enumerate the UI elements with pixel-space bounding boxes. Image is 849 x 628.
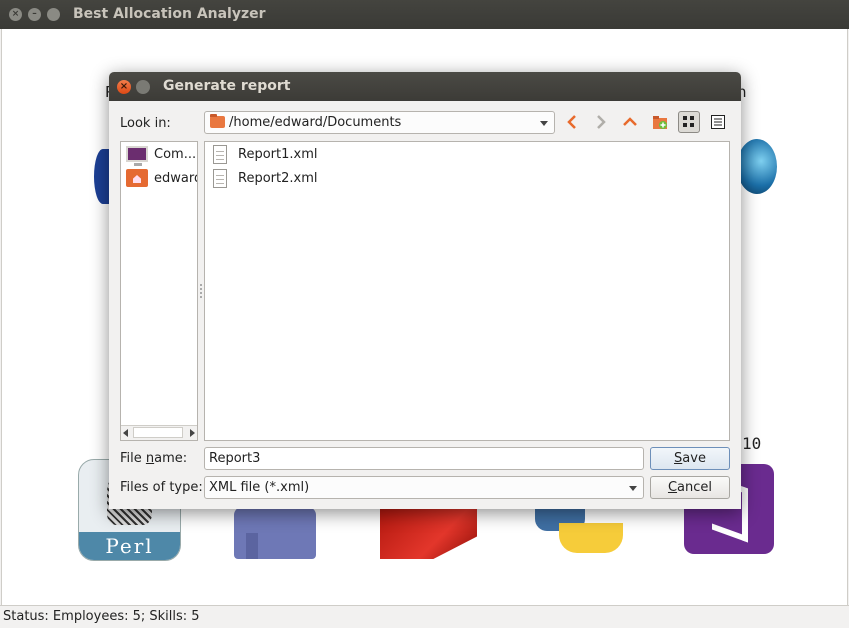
file-name-input[interactable] (204, 447, 644, 470)
generate-report-dialog: × Generate report Look in: /home/edward/… (109, 72, 741, 509)
chevron-down-icon (540, 121, 548, 126)
chevron-down-icon (629, 486, 637, 491)
file-name-label: File name: (120, 451, 188, 466)
forward-button[interactable] (590, 111, 612, 133)
places-sidebar: Com... edward (120, 141, 198, 441)
window-close-icon[interactable]: × (9, 8, 22, 21)
dialog-title-bar: × Generate report (109, 72, 741, 101)
splitter-handle[interactable] (200, 284, 202, 298)
back-button[interactable] (561, 111, 583, 133)
computer-icon (126, 146, 148, 166)
window-maximize-icon[interactable] (47, 8, 60, 21)
detail-view-icon (711, 115, 725, 129)
file-type-value: XML file (*.xml) (209, 480, 310, 495)
parent-directory-button[interactable] (619, 111, 641, 133)
scroll-right-icon[interactable] (190, 429, 195, 437)
detail-view-button[interactable] (707, 111, 729, 133)
save-button[interactable]: Save (650, 447, 730, 470)
forward-icon (597, 115, 606, 129)
sidebar-item-computer[interactable]: Com... (124, 144, 197, 166)
new-folder-button[interactable] (649, 111, 671, 133)
document-icon (213, 169, 227, 188)
file-type-combo[interactable]: XML file (*.xml) (204, 476, 644, 499)
dialog-close-icon[interactable]: × (117, 80, 131, 94)
parent-directory-icon (623, 117, 637, 126)
status-bar: Status: Employees: 5; Skills: 5 (0, 605, 849, 628)
new-folder-icon (653, 116, 667, 129)
window-minimize-icon[interactable]: – (28, 8, 41, 21)
document-icon (213, 145, 227, 164)
sidebar-item-label: edward (154, 171, 198, 186)
file-name: Report2.xml (238, 171, 318, 186)
main-title-bar: × – Best Allocation Analyzer (0, 0, 849, 29)
sidebar-item-label: Com... (154, 147, 197, 162)
cancel-button[interactable]: Cancel (650, 476, 730, 499)
scroll-left-icon[interactable] (123, 429, 128, 437)
file-item[interactable]: Report1.xml (211, 144, 511, 166)
status-text: Status: Employees: 5; Skills: 5 (3, 609, 200, 624)
look-in-label: Look in: (120, 116, 171, 131)
file-name-field[interactable] (205, 448, 643, 469)
file-name: Report1.xml (238, 147, 318, 162)
dialog-title: Generate report (163, 78, 291, 94)
globe-icon (737, 139, 777, 194)
python-logo-icon (535, 509, 623, 553)
sidebar-horizontal-scrollbar[interactable] (121, 425, 197, 440)
window-title: Best Allocation Analyzer (73, 6, 266, 22)
icon-view-icon (683, 116, 694, 127)
icon-view-button[interactable] (678, 111, 700, 133)
ruby-logo-icon (380, 509, 477, 559)
look-in-value: /home/edward/Documents (229, 115, 402, 130)
background-number: 10 (742, 434, 762, 453)
look-in-combo[interactable]: /home/edward/Documents (204, 111, 555, 134)
file-item[interactable]: Report2.xml (211, 168, 511, 190)
file-type-label: Files of type: (120, 480, 203, 495)
scrollbar-thumb[interactable] (133, 427, 183, 438)
sidebar-item-home[interactable]: edward (124, 168, 198, 190)
folder-icon (210, 114, 225, 128)
home-folder-icon (126, 169, 148, 187)
file-list: Report1.xml Report2.xml (204, 141, 730, 441)
back-icon (567, 115, 576, 129)
php-elephant-icon (234, 507, 316, 559)
dialog-maximize-icon[interactable] (136, 80, 150, 94)
